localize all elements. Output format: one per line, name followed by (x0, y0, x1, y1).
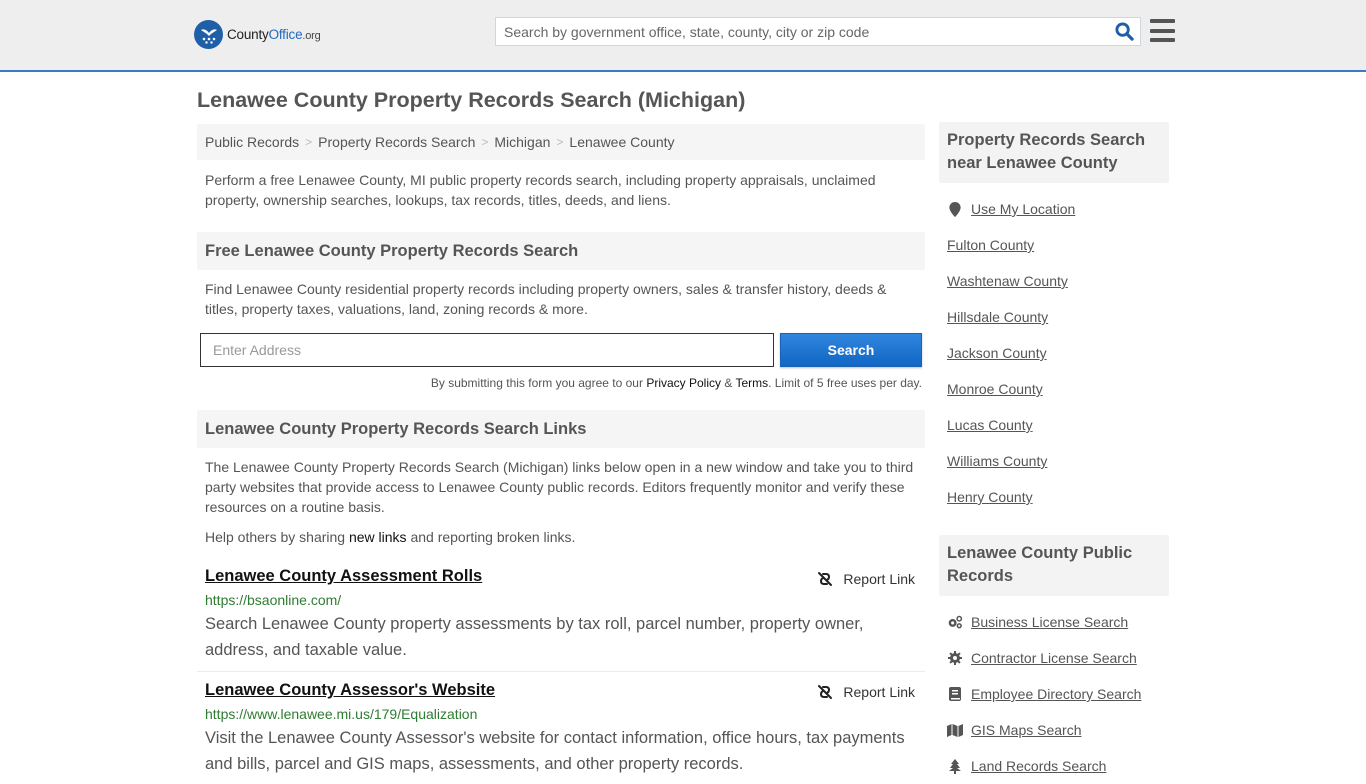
nearby-county-link[interactable]: Monroe County (947, 381, 1043, 397)
help-text: Help others by sharing new links and rep… (205, 529, 576, 545)
public-records-link[interactable]: Land Records Search (971, 758, 1106, 774)
public-records-link[interactable]: Employee Directory Search (971, 686, 1141, 702)
nearby-county-item: Fulton County (947, 227, 1169, 263)
broken-link-icon (818, 685, 833, 699)
intro-text: Perform a free Lenawee County, MI public… (205, 172, 876, 208)
resource-link-url[interactable]: https://bsaonline.com/ (205, 592, 917, 608)
new-links-link[interactable]: new links (349, 529, 407, 545)
logo-text: CountyOffice.org (227, 27, 321, 42)
nearby-county-item: Lucas County (947, 407, 1169, 443)
use-my-location-item: Use My Location (947, 191, 1169, 227)
nearby-county-link[interactable]: Jackson County (947, 345, 1047, 361)
public-records-link[interactable]: Business License Search (971, 614, 1128, 630)
breadcrumb-property-records-search[interactable]: Property Records Search (318, 134, 475, 150)
map-icon (947, 723, 963, 737)
nearby-county-link[interactable]: Hillsdale County (947, 309, 1048, 325)
hamburger-menu-icon-bar (1150, 28, 1175, 33)
free-search-description: Find Lenawee County residential property… (205, 281, 887, 317)
public-records-item: Employee Directory Search (947, 676, 1169, 712)
page-title: Lenawee County Property Records Search (… (197, 88, 746, 112)
public-records-link[interactable]: Contractor License Search (971, 650, 1137, 666)
public-records-item: Business License Search (947, 604, 1169, 640)
nearby-county-item: Monroe County (947, 371, 1169, 407)
privacy-policy-link[interactable]: Privacy Policy (646, 376, 721, 390)
resource-link-title[interactable]: Lenawee County Assessor's Website (205, 681, 495, 700)
hamburger-menu-icon-bar (1150, 19, 1175, 23)
public-records-item: GIS Maps Search (947, 712, 1169, 748)
main-content: Public Records > Property Records Search… (197, 124, 925, 777)
nearby-heading: Property Records Search near Lenawee Cou… (939, 122, 1169, 183)
breadcrumb-separator: > (305, 135, 313, 149)
links-section-heading: Lenawee County Property Records Search L… (197, 410, 925, 448)
nearby-county-link[interactable]: Fulton County (947, 237, 1034, 253)
use-my-location-link[interactable]: Use My Location (971, 201, 1075, 217)
broken-link-icon (818, 572, 833, 586)
breadcrumb-lenawee-county[interactable]: Lenawee County (569, 134, 674, 150)
nearby-county-link[interactable]: Henry County (947, 489, 1033, 505)
sidebar: Property Records Search near Lenawee Cou… (939, 122, 1169, 784)
breadcrumb: Public Records > Property Records Search… (197, 124, 925, 160)
free-search-heading: Free Lenawee County Property Records Sea… (197, 232, 925, 270)
resource-link-url[interactable]: https://www.lenawee.mi.us/179/Equalizati… (205, 706, 917, 722)
address-input[interactable] (200, 333, 774, 367)
gear-icon (947, 651, 963, 665)
nearby-county-item: Hillsdale County (947, 299, 1169, 335)
map-marker-icon (947, 201, 963, 217)
site-header: CountyOffice.org (0, 0, 1366, 72)
breadcrumb-separator: > (556, 135, 564, 149)
public-records-link[interactable]: GIS Maps Search (971, 722, 1082, 738)
resource-link-description: Visit the Lenawee County Assessor's webs… (205, 729, 905, 773)
public-records-list: Business License Search Contractor Licen… (939, 604, 1169, 784)
links-section-description: The Lenawee County Property Records Sear… (205, 459, 914, 515)
report-link-button[interactable]: Report Link (817, 684, 915, 700)
report-link-button[interactable]: Report Link (817, 571, 915, 587)
breadcrumb-separator: > (481, 135, 489, 149)
public-records-item: Contractor License Search (947, 640, 1169, 676)
search-button[interactable] (1108, 18, 1140, 45)
resource-link-item: Lenawee County Assessment Rolls Report L… (197, 567, 925, 671)
address-search-button[interactable]: Search (780, 333, 922, 367)
site-search-input[interactable] (496, 18, 1108, 45)
breadcrumb-michigan[interactable]: Michigan (494, 134, 550, 150)
public-records-heading: Lenawee County Public Records (939, 535, 1169, 596)
terms-link[interactable]: Terms (735, 376, 768, 390)
nearby-county-link[interactable]: Williams County (947, 453, 1047, 469)
resource-link-item: Lenawee County Assessor's Website Report… (197, 671, 925, 777)
nearby-counties-list: Use My Location Fulton County Washtenaw … (939, 191, 1169, 515)
resource-link-title[interactable]: Lenawee County Assessment Rolls (205, 567, 482, 586)
hamburger-menu-button[interactable] (1150, 19, 1175, 42)
nearby-county-link[interactable]: Washtenaw County (947, 273, 1068, 289)
nearby-county-item: Henry County (947, 479, 1169, 515)
hamburger-menu-icon-bar (1150, 38, 1175, 42)
eagle-logo-icon (194, 20, 223, 49)
book-icon (947, 687, 963, 701)
search-icon (1114, 22, 1134, 41)
cogs-icon (947, 615, 963, 629)
site-search (495, 17, 1141, 46)
nearby-county-link[interactable]: Lucas County (947, 417, 1033, 433)
nearby-county-item: Williams County (947, 443, 1169, 479)
public-records-item: Land Records Search (947, 748, 1169, 784)
nearby-county-item: Jackson County (947, 335, 1169, 371)
nearby-county-item: Washtenaw County (947, 263, 1169, 299)
resource-link-description: Search Lenawee County property assessmen… (205, 615, 864, 659)
form-disclaimer: By submitting this form you agree to our… (430, 376, 922, 390)
site-logo[interactable]: CountyOffice.org (194, 20, 321, 49)
tree-icon (947, 758, 963, 774)
address-search-form: Search (197, 333, 925, 367)
breadcrumb-public-records[interactable]: Public Records (205, 134, 299, 150)
